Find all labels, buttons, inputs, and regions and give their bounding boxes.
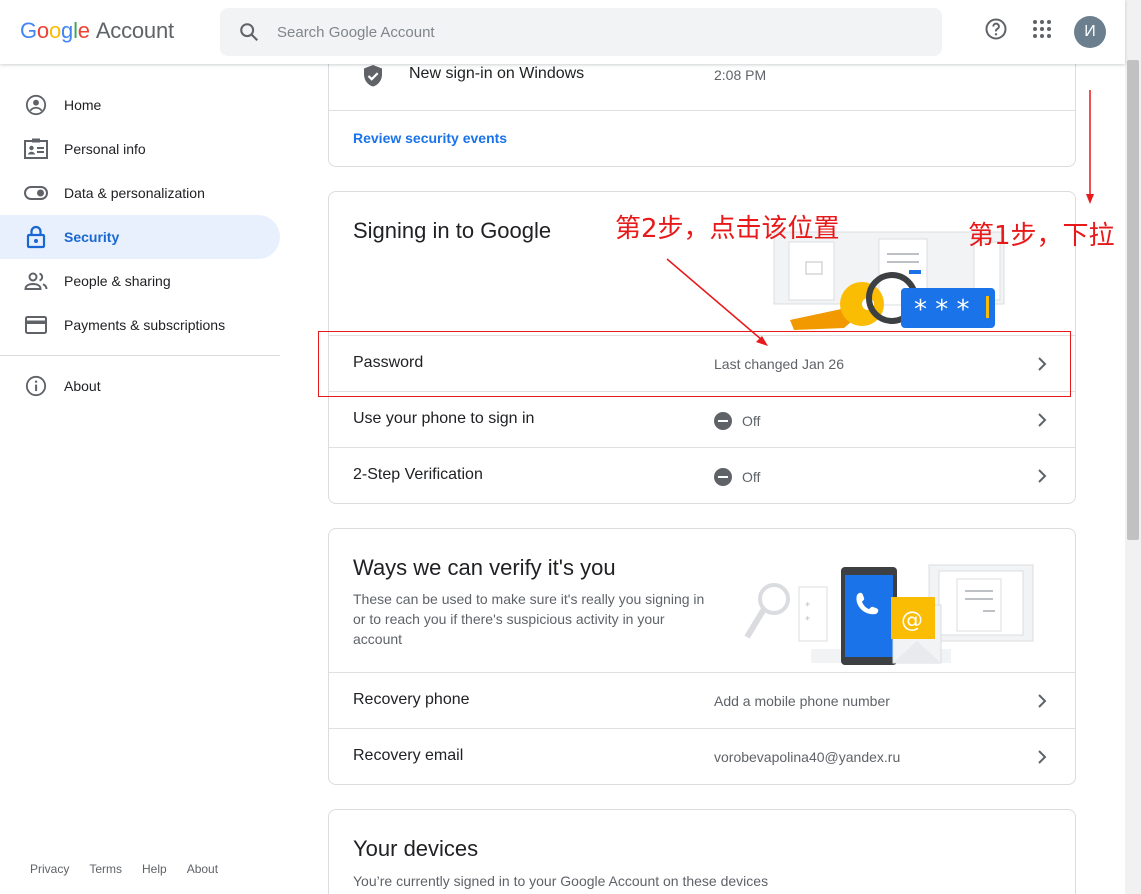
recovery-phone-row[interactable]: Recovery phone Add a mobile phone number (329, 672, 1075, 728)
footer-link-about[interactable]: About (187, 862, 218, 876)
chevron-right-icon (1038, 694, 1047, 708)
row-value: Off (742, 413, 761, 429)
chevron-right-icon (1038, 413, 1047, 427)
logo-account-text: Account (95, 18, 174, 43)
description-line: These can be used to make sure it's real… (353, 591, 705, 607)
sidebar-item-about[interactable]: About (0, 364, 280, 408)
logo-letter: e (77, 18, 90, 43)
svg-text:*: * (805, 601, 810, 612)
footer-link-privacy[interactable]: Privacy (30, 862, 69, 876)
sidebar-item-home[interactable]: Home (0, 83, 280, 127)
google-account-logo[interactable]: Google Account (20, 18, 174, 44)
row-label: Use your phone to sign in (353, 410, 535, 427)
event-label: New sign-in on Windows (409, 65, 585, 82)
svg-text:@: @ (901, 608, 923, 633)
review-security-events-link[interactable]: Review security events (353, 130, 507, 146)
search-input[interactable] (277, 8, 897, 56)
top-app-bar: GoogleAccount И (0, 0, 1125, 64)
search-icon[interactable] (238, 21, 260, 43)
chevron-right-icon (1038, 469, 1047, 483)
shield-check-icon (362, 64, 384, 93)
sidebar-item-label: Home (64, 97, 102, 113)
two-step-verification-row[interactable]: 2-Step Verification Off (329, 447, 1075, 503)
verify-illustration-icon: * * @ (744, 564, 1034, 665)
search-bar[interactable] (220, 8, 942, 56)
scrollbar-thumb[interactable] (1127, 60, 1139, 540)
footer-link-help[interactable]: Help (142, 862, 167, 876)
devices-card: Your devices You’re currently signed in … (328, 809, 1076, 894)
verify-card: Ways we can verify it's you These can be… (328, 528, 1076, 785)
description-line: or to reach you if there's suspicious ac… (353, 611, 665, 627)
sidebar-nav: Home Personal info Data & personalizatio… (0, 64, 280, 408)
card-description: You’re currently signed in to your Googl… (353, 873, 769, 889)
toggle-icon (24, 181, 48, 205)
sidebar-item-label: People & sharing (64, 273, 171, 289)
row-value: vorobevapolina40@yandex.ru (714, 749, 901, 765)
logo-letter: G (20, 18, 37, 43)
id-card-icon (24, 137, 48, 161)
info-icon (24, 374, 48, 398)
sidebar-item-people-sharing[interactable]: People & sharing (0, 259, 280, 303)
sidebar-item-security[interactable]: Security (0, 215, 280, 259)
row-label: Recovery email (353, 747, 464, 764)
home-icon (24, 93, 48, 117)
divider (329, 110, 1075, 111)
sidebar-item-payments[interactable]: Payments & subscriptions (0, 303, 280, 347)
logo-letter: g (61, 18, 74, 43)
footer-link-terms[interactable]: Terms (89, 862, 122, 876)
sidebar-divider (0, 355, 280, 356)
row-label: Recovery phone (353, 691, 470, 708)
row-label: 2-Step Verification (353, 466, 483, 483)
card-title: Your devices (353, 836, 479, 861)
row-value: Off (742, 469, 761, 485)
svg-text:* * *: * * * (914, 295, 970, 325)
lock-icon (24, 225, 48, 249)
off-status-icon (714, 468, 732, 486)
logo-letter: o (48, 18, 62, 43)
avatar[interactable]: И (1074, 16, 1106, 48)
sidebar-item-personal-info[interactable]: Personal info (0, 127, 280, 171)
logo-letter: o (36, 18, 49, 43)
sidebar-item-label: Personal info (64, 141, 146, 157)
footer-links: Privacy Terms Help About (30, 862, 218, 876)
sidebar-item-data-personalization[interactable]: Data & personalization (0, 171, 280, 215)
people-icon (24, 269, 48, 293)
chevron-right-icon (1038, 750, 1047, 764)
apps-grid-icon[interactable] (1029, 16, 1055, 42)
annotation-step1: 第1步，下拉 (968, 221, 1115, 251)
svg-text:*: * (805, 615, 810, 626)
recovery-email-row[interactable]: Recovery email vorobevapolina40@yandex.r… (329, 728, 1075, 784)
sidebar-item-label: Payments & subscriptions (64, 317, 226, 333)
off-status-icon (714, 412, 732, 430)
credit-card-icon (24, 313, 48, 337)
help-icon[interactable] (983, 16, 1009, 42)
sidebar-item-label: About (64, 378, 101, 394)
card-title: Signing in to Google (353, 218, 552, 243)
card-description: These can be used to make sure it's real… (353, 589, 704, 649)
annotation-highlight-box (318, 331, 1071, 397)
description-line: account (353, 631, 403, 647)
event-time: 2:08 PM (714, 67, 767, 83)
card-title: Ways we can verify it's you (353, 555, 616, 580)
sidebar-item-label: Security (64, 229, 120, 245)
phone-sign-in-row[interactable]: Use your phone to sign in Off (329, 391, 1075, 447)
row-value: Add a mobile phone number (714, 693, 890, 709)
sidebar-item-label: Data & personalization (64, 185, 205, 201)
annotation-step2: 第2步，点击该位置 (615, 214, 840, 244)
